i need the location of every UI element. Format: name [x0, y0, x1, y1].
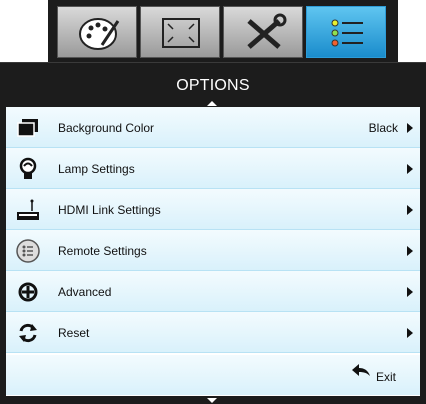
palette-icon — [79, 18, 120, 50]
menu-item-label: Lamp Settings — [58, 162, 135, 176]
advanced-icon — [18, 282, 38, 302]
chevron-right-icon — [407, 246, 413, 256]
chevron-right-icon — [407, 205, 413, 215]
menu-item-background-color[interactable]: Background Color Black — [6, 107, 420, 148]
page-title: OPTIONS — [176, 77, 250, 94]
chevron-right-icon — [407, 164, 413, 174]
tab-image[interactable] — [140, 6, 220, 58]
options-list-icon — [331, 19, 363, 47]
menu-item-remote-settings[interactable]: Remote Settings — [6, 230, 420, 271]
menu-item-lamp-settings[interactable]: Lamp Settings — [6, 148, 420, 189]
exit-row[interactable]: Exit — [6, 355, 420, 395]
menu-item-label: Reset — [58, 326, 90, 340]
menu-item-value: Black — [368, 121, 398, 135]
tools-icon — [247, 13, 287, 49]
menu-item-label: Remote Settings — [58, 244, 147, 258]
exit-label: Exit — [376, 370, 397, 384]
background-color-icon — [17, 119, 38, 137]
tab-display[interactable] — [57, 6, 137, 58]
remote-icon — [16, 239, 40, 263]
menu-item-label: Advanced — [58, 285, 112, 299]
chevron-right-icon — [407, 123, 413, 133]
scroll-down-indicator — [207, 398, 217, 403]
tab-strip — [0, 0, 426, 62]
menu-item-label: HDMI Link Settings — [58, 203, 161, 217]
hdmi-link-icon — [17, 199, 39, 220]
menu-item-reset[interactable]: Reset — [6, 312, 420, 353]
chevron-right-icon — [407, 328, 413, 338]
scroll-up-indicator — [207, 101, 217, 106]
chevron-right-icon — [407, 287, 413, 297]
frame-right — [420, 107, 426, 396]
menu-item-hdmi-link-settings[interactable]: HDMI Link Settings — [6, 189, 420, 230]
menu-item-label: Background Color — [58, 121, 155, 135]
tab-setup[interactable] — [223, 6, 303, 58]
tab-options[interactable] — [306, 6, 386, 58]
screen-resize-icon — [162, 18, 200, 48]
back-arrow-icon — [352, 364, 370, 376]
reset-icon — [19, 323, 37, 343]
lamp-icon — [19, 157, 37, 179]
options-menu: Background Color Black Lamp Settings HDM… — [6, 107, 420, 353]
menu-item-advanced[interactable]: Advanced — [6, 271, 420, 312]
